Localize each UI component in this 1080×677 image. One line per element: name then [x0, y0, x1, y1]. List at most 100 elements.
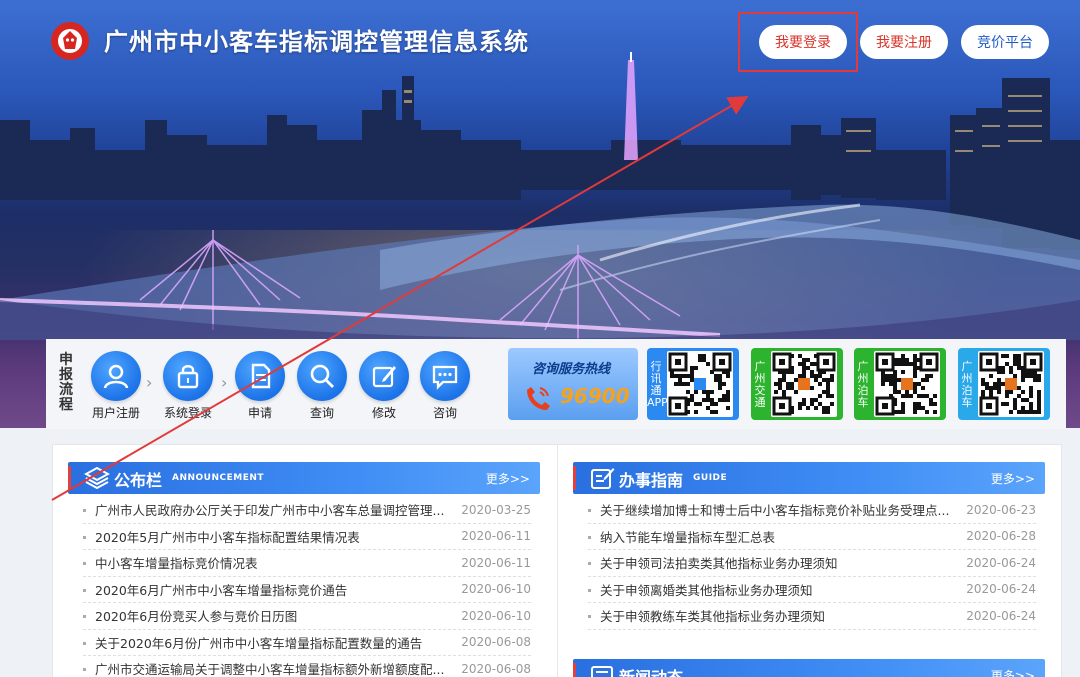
news-title: 新闻动态	[619, 664, 683, 677]
list-item-title[interactable]: 关于继续增加博士和博士后中小客车指标竞价补贴业务受理点...	[600, 500, 960, 519]
list-item-date: 2020-06-11	[461, 529, 531, 544]
list-item[interactable]: 2020年5月广州市中小客车指标配置结果情况表 2020-06-11	[83, 524, 531, 550]
news-icon	[591, 666, 613, 677]
announcement-list: 广州市人民政府办公厅关于印发广州市中小客车总量调控管理... 2020-03-25…	[83, 497, 531, 677]
list-item-date: 2020-06-08	[461, 635, 531, 650]
list-item-date: 2020-06-28	[966, 529, 1036, 544]
guide-more-link[interactable]: 更多>>	[991, 470, 1035, 487]
list-item-title[interactable]: 广州市人民政府办公厅关于印发广州市中小客车总量调控管理...	[95, 500, 455, 519]
register-button[interactable]: 我要注册	[860, 25, 948, 59]
column-divider	[557, 445, 558, 677]
list-item-title[interactable]: 关于申领教练车类其他指标业务办理须知	[600, 606, 960, 625]
step-label: 用户注册	[91, 406, 140, 420]
list-item-title[interactable]: 关于申领离婚类其他指标业务办理须知	[600, 580, 960, 599]
list-item-title[interactable]: 中小客车增量指标竞价情况表	[95, 553, 455, 572]
bullet	[83, 615, 86, 618]
chat-icon	[432, 365, 458, 390]
guide-list: 关于继续增加博士和博士后中小客车指标竞价补贴业务受理点... 2020-06-23…	[588, 497, 1036, 630]
qr-code-image	[874, 351, 940, 417]
list-item-title[interactable]: 纳入节能车增量指标车型汇总表	[600, 527, 960, 546]
hotline-card[interactable]: 咨询服务热线 96900	[508, 348, 638, 420]
step-user-register[interactable]: 用户注册	[81, 351, 151, 421]
site-title: 广州市中小客车指标调控管理信息系统	[104, 27, 529, 56]
step-query[interactable]: 查询	[287, 351, 357, 421]
bullet	[83, 535, 86, 539]
qr-card-label: 广州泊车	[857, 360, 869, 409]
site-logo[interactable]: 广州市中小客车指标调控管理信息系统	[46, 16, 529, 62]
qr-code-image	[771, 351, 837, 417]
list-item-date: 2020-06-24	[966, 608, 1036, 623]
list-item[interactable]: 关于申领离婚类其他指标业务办理须知 2020-06-24	[588, 577, 1036, 603]
process-label: 申报流程	[59, 352, 73, 413]
canton-tower	[624, 52, 638, 160]
document-icon	[251, 363, 271, 389]
qr-code-image	[978, 351, 1044, 417]
qr-card-alipay-parking[interactable]: 广州泊车	[958, 348, 1050, 420]
qr-card-wechat-traffic[interactable]: 广州交通	[751, 348, 843, 420]
lock-icon	[177, 365, 199, 389]
list-item[interactable]: 纳入节能车增量指标车型汇总表 2020-06-28	[588, 524, 1036, 550]
bullet	[588, 535, 591, 539]
step-consult[interactable]: 咨询	[410, 351, 480, 421]
list-item-title[interactable]: 2020年6月份竞买人参与竞价日历图	[95, 606, 455, 625]
hotline-number: 96900	[560, 384, 630, 408]
qr-card-label: 广州泊车	[961, 360, 973, 409]
guide-edit-icon	[591, 468, 615, 489]
list-item[interactable]: 中小客车增量指标竞价情况表 2020-06-11	[83, 550, 531, 577]
list-item-title[interactable]: 广州市交通运输局关于调整中小客车增量指标额外新增额度配...	[95, 659, 455, 677]
annotation-highlight-box	[738, 12, 858, 72]
application-process-bar: 申报流程 用户注册 › 系统登录 › 申请 查询 修改 咨询 咨询服务热线 96…	[46, 339, 1066, 429]
list-item[interactable]: 关于2020年6月份广州市中小客车增量指标配置数量的通告 2020-06-08	[83, 630, 531, 656]
step-modify[interactable]: 修改	[349, 351, 419, 421]
bullet	[588, 588, 591, 592]
qr-card-wechat-parking[interactable]: 广州泊车	[854, 348, 946, 420]
step-label: 修改	[371, 406, 396, 420]
list-item-title[interactable]: 2020年6月广州市中小客车增量指标竞价通告	[95, 580, 455, 599]
list-item-date: 2020-06-24	[966, 555, 1036, 570]
list-item-date: 2020-06-10	[461, 608, 531, 623]
list-item-date: 2020-06-10	[461, 582, 531, 597]
hotline-title: 咨询服务热线	[532, 362, 611, 377]
news-more-link[interactable]: 更多>>	[991, 667, 1035, 677]
step-system-login[interactable]: 系统登录	[153, 351, 223, 421]
list-item-date: 2020-03-25	[461, 502, 531, 517]
announcement-title: 公布栏	[114, 471, 163, 490]
news-header: 新闻动态 更多>>	[573, 659, 1045, 677]
qr-card-label: 行讯通APP	[647, 360, 668, 409]
announcement-title-en: ANNOUNCEMENT	[172, 473, 265, 483]
guide-title-en: GUIDE	[693, 473, 728, 483]
bullet	[83, 562, 86, 565]
list-item-date: 2020-06-23	[966, 502, 1036, 517]
list-item[interactable]: 广州市交通运输局关于调整中小客车增量指标额外新增额度配... 2020-06-08	[83, 656, 531, 677]
list-item[interactable]: 广州市人民政府办公厅关于印发广州市中小客车总量调控管理... 2020-03-25	[83, 497, 531, 524]
announcement-header: 公布栏 ANNOUNCEMENT 更多>>	[68, 462, 540, 494]
step-label: 咨询	[432, 406, 457, 420]
list-item[interactable]: 关于申领司法拍卖类其他指标业务办理须知 2020-06-24	[588, 550, 1036, 577]
qr-card-app[interactable]: 行讯通APP	[647, 348, 739, 420]
announcement-more-link[interactable]: 更多>>	[486, 470, 530, 487]
guide-title: 办事指南	[619, 471, 684, 490]
qr-code-image	[667, 351, 733, 417]
emblem-icon	[51, 22, 89, 60]
list-item[interactable]: 2020年6月份竞买人参与竞价日历图 2020-06-10	[83, 603, 531, 630]
list-item-date: 2020-06-11	[461, 555, 531, 570]
edit-icon	[372, 366, 396, 388]
bullet	[588, 509, 591, 512]
step-label: 申请	[247, 406, 272, 420]
list-item-title[interactable]: 关于2020年6月份广州市中小客车增量指标配置数量的通告	[95, 633, 455, 652]
phone-icon	[527, 387, 550, 410]
layers-icon	[84, 466, 110, 490]
bullet	[588, 615, 591, 618]
bullet	[83, 509, 86, 512]
list-item[interactable]: 关于申领教练车类其他指标业务办理须知 2020-06-24	[588, 603, 1036, 630]
list-item-title[interactable]: 2020年5月广州市中小客车指标配置结果情况表	[95, 527, 455, 546]
qr-card-label: 广州交通	[754, 360, 766, 409]
step-apply[interactable]: 申请	[225, 351, 295, 421]
bid-platform-button[interactable]: 竞价平台	[961, 25, 1049, 59]
list-item-title[interactable]: 关于申领司法拍卖类其他指标业务办理须知	[600, 553, 960, 572]
list-item[interactable]: 关于继续增加博士和博士后中小客车指标竞价补贴业务受理点... 2020-06-23	[588, 497, 1036, 524]
list-item[interactable]: 2020年6月广州市中小客车增量指标竞价通告 2020-06-10	[83, 577, 531, 603]
bullet	[588, 562, 591, 565]
user-icon	[103, 364, 129, 389]
bullet	[83, 641, 86, 645]
